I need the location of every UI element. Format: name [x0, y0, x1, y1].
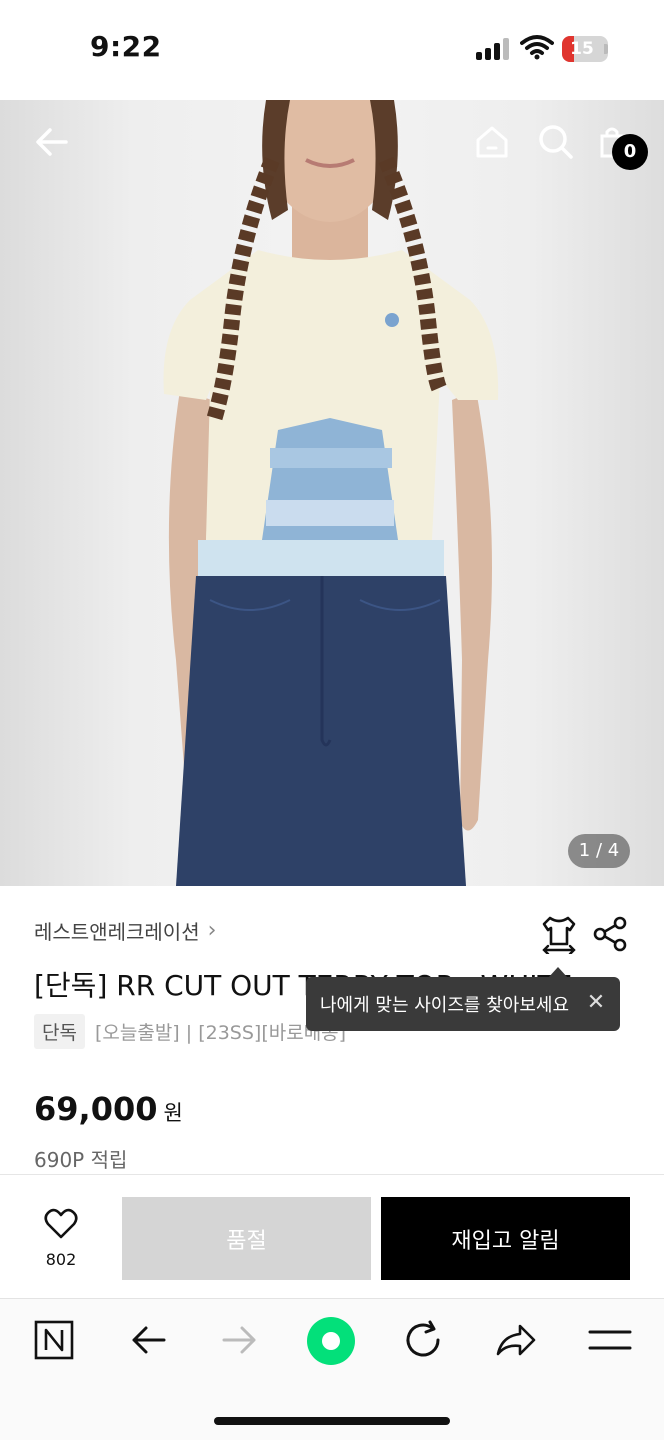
exclusive-tag: 단독 [34, 1014, 85, 1049]
price-amount: 69,000 [34, 1090, 158, 1128]
tooltip-text: 나에게 맞는 사이즈를 찾아보세요 [320, 995, 570, 1016]
forward-icon[interactable] [216, 1318, 264, 1362]
search-icon[interactable] [536, 122, 576, 162]
price: 69,000 원 [34, 1090, 183, 1128]
share-arrow-icon[interactable] [492, 1318, 540, 1362]
green-dot-icon[interactable] [304, 1314, 358, 1368]
price-unit: 원 [163, 1101, 183, 1125]
cart-count-badge: 0 [612, 134, 648, 170]
size-tooltip: 나에게 맞는 사이즈를 찾아보세요 ✕ [306, 977, 620, 1031]
chevron-right-icon: › [207, 918, 217, 943]
back-arrow-icon[interactable] [32, 122, 72, 162]
product-image-carousel[interactable] [0, 100, 664, 886]
close-icon[interactable]: ✕ [584, 991, 608, 1015]
size-guide-icon[interactable] [540, 914, 578, 954]
image-page-indicator: 1 / 4 [568, 834, 630, 868]
battery-tip [604, 44, 608, 54]
brand-link[interactable]: 레스트앤레크레이션 › [34, 916, 216, 945]
home-icon[interactable] [472, 122, 512, 162]
refresh-icon[interactable] [400, 1318, 448, 1362]
wifi-icon [520, 35, 554, 60]
status-time: 9:22 [90, 30, 162, 63]
back-icon[interactable] [124, 1318, 172, 1362]
like-button[interactable]: 802 [30, 1208, 92, 1276]
battery-level: 15 [570, 39, 594, 59]
cell-signal-icon [476, 38, 510, 60]
divider [0, 1174, 664, 1175]
heart-icon [44, 1208, 78, 1239]
share-icon[interactable] [592, 916, 628, 952]
home-indicator [214, 1417, 450, 1425]
product-photo [163, 100, 499, 886]
reward-points: 690P 적립 [34, 1148, 128, 1172]
restock-alert-button[interactable]: 재입고 알림 [381, 1197, 630, 1280]
battery-icon: 15 [562, 36, 608, 62]
soldout-button[interactable]: 품절 [122, 1197, 371, 1280]
like-count: 802 [45, 1250, 77, 1269]
product-tags: 단독 [오늘출발] | [23SS][바로배송] [34, 1014, 346, 1049]
brand-name: 레스트앤레크레이션 [34, 920, 200, 944]
menu-icon[interactable] [586, 1318, 634, 1362]
status-bar: 9:22 15 [0, 0, 664, 100]
naver-icon[interactable] [30, 1318, 78, 1362]
